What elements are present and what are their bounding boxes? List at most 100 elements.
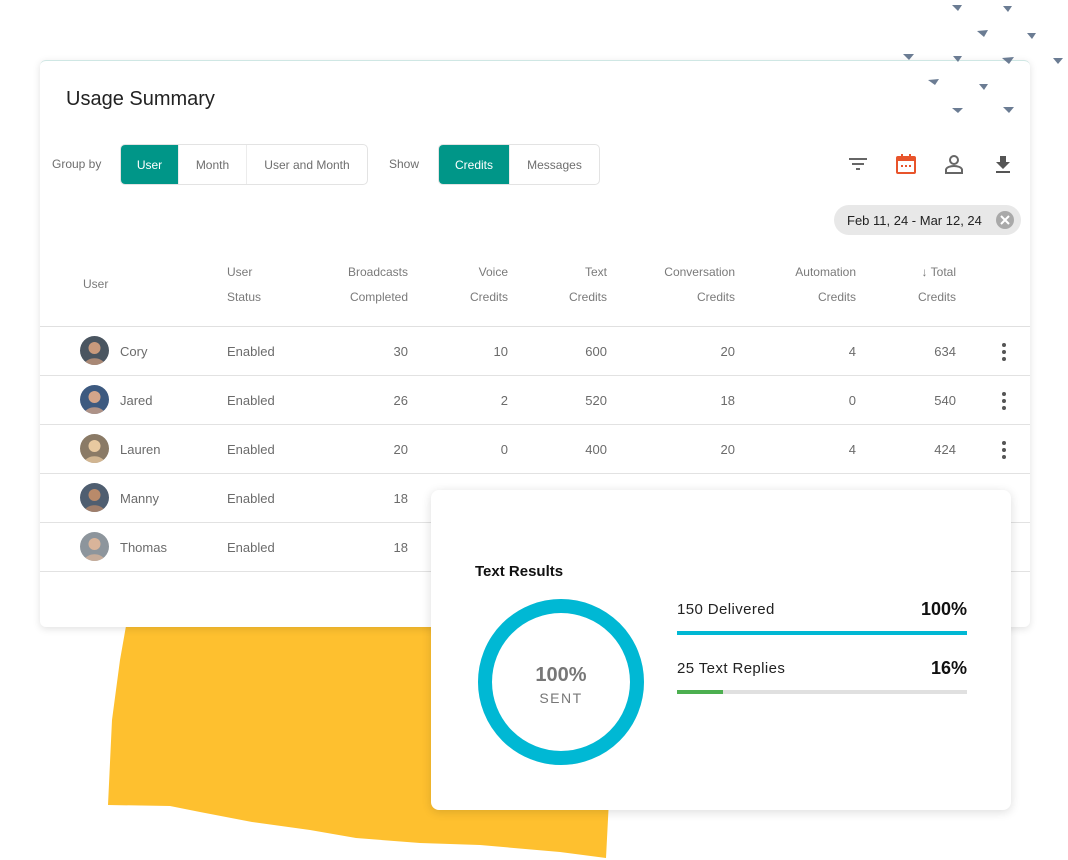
cell-voice: 0: [500, 442, 508, 457]
header-line-2: Credits: [817, 290, 856, 304]
column-header-voice-credits[interactable]: Voice Credits: [408, 260, 508, 310]
user-name[interactable]: Cory: [120, 327, 147, 376]
header-line-2: Credits: [917, 290, 956, 304]
sent-percentage: 100%: [535, 664, 587, 686]
group-by-user-and-month-button[interactable]: User and Month: [247, 145, 367, 184]
user-name[interactable]: Lauren: [120, 425, 160, 474]
more-vert-icon-dot: [1002, 350, 1006, 354]
download-button[interactable]: [990, 151, 1016, 177]
delivered-progress-track: [677, 631, 967, 635]
column-header-user-status[interactable]: User Status: [227, 260, 261, 310]
more-vert-icon-dot: [1002, 357, 1006, 361]
column-header-user[interactable]: User: [83, 272, 108, 297]
cell-conversation: 20: [720, 344, 735, 359]
delivered-label: 150 Delivered: [677, 601, 775, 618]
cell-broadcasts: 20: [393, 442, 408, 457]
cell-conversation: 20: [720, 442, 735, 457]
cell-total: 634: [934, 344, 956, 359]
show-messages-button[interactable]: Messages: [510, 145, 599, 184]
user-filter-button[interactable]: [941, 151, 967, 177]
column-header-user-label: User: [83, 277, 109, 291]
header-line-2: Credits: [568, 290, 607, 304]
delivered-progress-fill: [677, 631, 967, 635]
table-row[interactable]: Lauren Enabled 20 0 400 20 4 424: [40, 425, 1030, 474]
more-vert-icon-dot: [1002, 441, 1006, 445]
group-by-month-button[interactable]: Month: [179, 145, 247, 184]
cell-broadcasts: 30: [393, 344, 408, 359]
avatar: [80, 532, 109, 561]
row-menu-button[interactable]: [1000, 391, 1008, 411]
date-range-button[interactable]: [893, 151, 919, 177]
cell-conversation: 18: [720, 393, 735, 408]
replies-percentage: 16%: [930, 658, 967, 678]
filter-icon: [849, 158, 867, 170]
text-results-title: Text Results: [475, 563, 564, 580]
column-header-conversation-credits[interactable]: Conversation Credits: [635, 260, 735, 310]
group-by-user-button[interactable]: User: [121, 145, 179, 184]
more-vert-icon-dot: [1002, 392, 1006, 396]
row-menu-button[interactable]: [1000, 342, 1008, 362]
page-title: Usage Summary: [66, 88, 215, 110]
clear-date-button[interactable]: [996, 211, 1014, 229]
column-header-total-credits[interactable]: ↓ Total Credits: [856, 260, 956, 310]
more-vert-icon-dot: [1002, 406, 1006, 410]
user-name[interactable]: Thomas: [120, 523, 167, 572]
filter-button[interactable]: [845, 151, 871, 177]
cell-text: 400: [585, 442, 607, 457]
avatar: [80, 434, 109, 463]
close-icon: [1000, 215, 1010, 225]
header-line-2: Credits: [469, 290, 508, 304]
avatar: [80, 385, 109, 414]
show-label: Show: [389, 157, 420, 171]
more-vert-icon-dot: [1002, 343, 1006, 347]
cell-broadcasts: 18: [393, 491, 408, 506]
more-vert-icon-dot: [1002, 448, 1006, 452]
calendar-icon: [896, 154, 916, 174]
sent-label: SENT: [539, 690, 583, 706]
row-menu-button[interactable]: [1000, 440, 1008, 460]
cell-total: 540: [934, 393, 956, 408]
cell-automation: 4: [848, 344, 856, 359]
avatar: [80, 336, 109, 365]
table-row[interactable]: Cory Enabled 30 10 600 20 4 634: [40, 327, 1030, 376]
delivered-percentage: 100%: [920, 599, 967, 619]
header-line-2: Status: [227, 290, 262, 304]
header-line-2: Credits: [696, 290, 735, 304]
header-line-1: Conversation: [664, 265, 735, 279]
avatar: [80, 483, 109, 512]
header-line-1-sorted: ↓ Total: [921, 265, 956, 279]
user-name[interactable]: Manny: [120, 474, 159, 523]
cell-broadcasts: 26: [393, 393, 408, 408]
user-name[interactable]: Jared: [120, 376, 153, 425]
date-range-chip: Feb 11, 24 - Mar 12, 24: [834, 205, 1021, 235]
header-line-1: Text: [584, 265, 607, 279]
group-by-label: Group by: [52, 157, 102, 171]
person-icon: [945, 155, 963, 174]
date-range-label: Feb 11, 24 - Mar 12, 24: [847, 212, 982, 228]
table-row[interactable]: Jared Enabled 26 2 520 18 0 540: [40, 376, 1030, 425]
text-results-card: Text Results 100% SENT 150 Delivered 100…: [431, 490, 1011, 810]
more-vert-icon-dot: [1002, 455, 1006, 459]
column-header-text-credits[interactable]: Text Credits: [507, 260, 607, 310]
header-line-1: Automation: [795, 265, 856, 279]
cell-broadcasts: 18: [393, 540, 408, 555]
header-line-2: Completed: [349, 290, 408, 304]
download-icon: [996, 156, 1010, 173]
cell-automation: 4: [848, 442, 856, 457]
replies-progress-fill: [677, 690, 724, 694]
replies-label: 25 Text Replies: [677, 660, 786, 677]
cell-voice: 2: [500, 393, 508, 408]
show-toggle: Credits Messages: [438, 144, 600, 185]
header-line-1: User: [227, 265, 253, 279]
more-vert-icon-dot: [1002, 399, 1006, 403]
cell-text: 600: [585, 344, 607, 359]
cell-total: 424: [934, 442, 956, 457]
header-line-1: Broadcasts: [347, 265, 408, 279]
cell-text: 520: [585, 393, 607, 408]
column-header-automation-credits[interactable]: Automation Credits: [756, 260, 856, 310]
header-line-1: Voice: [478, 265, 508, 279]
cell-voice: 10: [493, 344, 508, 359]
column-header-broadcasts[interactable]: Broadcasts Completed: [308, 260, 408, 310]
show-credits-button[interactable]: Credits: [439, 145, 510, 184]
group-by-toggle: User Month User and Month: [120, 144, 368, 185]
